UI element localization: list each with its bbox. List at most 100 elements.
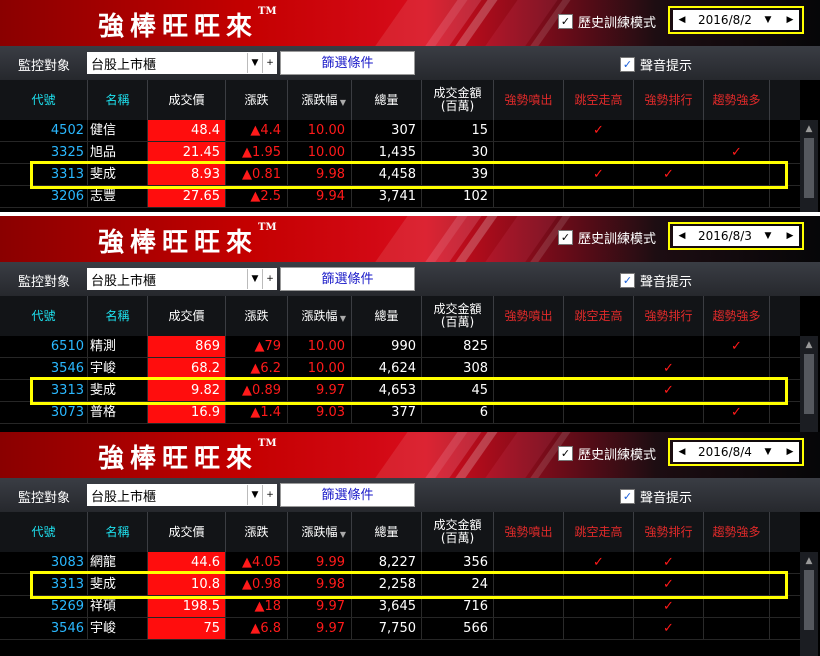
sound-alert-toggle[interactable]: ✓ 聲音提示 — [620, 55, 692, 74]
history-mode-toggle[interactable]: ✓ 歷史訓練模式 — [558, 228, 656, 247]
sound-alert-checkbox[interactable]: ✓ — [620, 57, 635, 72]
market-select[interactable]: 台股上市櫃 ▼ + — [87, 484, 277, 506]
prev-date-icon[interactable]: ◀ — [676, 444, 688, 460]
market-select[interactable]: 台股上市櫃 ▼ + — [87, 52, 277, 74]
col-header-amount[interactable]: 成交金額(百萬) — [422, 80, 494, 120]
chevron-down-icon[interactable]: ▼ — [247, 53, 262, 73]
col-header-amount[interactable]: 成交金額(百萬) — [422, 512, 494, 552]
date-picker[interactable]: ◀ 2016/8/2 ▼ ▶ — [673, 10, 799, 30]
col-header-price[interactable]: 成交價 — [148, 296, 226, 336]
table-row[interactable]: 3546 宇峻 75 ▲6.8 9.97 7,750 566 ✓ — [0, 618, 800, 640]
panel-day-2: 強棒旺旺來TM ✓ 歷史訓練模式 ◀ 2016/8/3 ▼ ▶ 監控對象 台股上市櫃 ▼ + 篩選條件… — [0, 216, 820, 432]
prev-date-icon[interactable]: ◀ — [676, 12, 688, 28]
date-picker[interactable]: ◀ 2016/8/4 ▼ ▶ — [673, 442, 799, 462]
add-icon[interactable]: + — [262, 53, 277, 73]
col-header-change-pct[interactable]: 漲跌幅 ▼ — [288, 512, 352, 552]
col-header-change-pct[interactable]: 漲跌幅 ▼ — [288, 296, 352, 336]
col-header-price[interactable]: 成交價 — [148, 512, 226, 552]
history-mode-toggle[interactable]: ✓ 歷史訓練模式 — [558, 444, 656, 463]
scroll-thumb[interactable] — [804, 138, 814, 198]
col-header-volume[interactable]: 總量 — [352, 296, 422, 336]
vertical-scrollbar[interactable]: ▲ — [800, 552, 818, 656]
history-mode-toggle[interactable]: ✓ 歷史訓練模式 — [558, 12, 656, 31]
date-value[interactable]: 2016/8/4 — [698, 445, 752, 459]
sound-alert-checkbox[interactable]: ✓ — [620, 489, 635, 504]
add-icon[interactable]: + — [262, 269, 277, 289]
table-row[interactable]: 3206 志豐 27.65 ▲2.5 9.94 3,741 102 — [0, 186, 800, 208]
scroll-up-icon[interactable]: ▲ — [800, 340, 818, 350]
date-dropdown-icon[interactable]: ▼ — [762, 228, 774, 244]
prev-date-icon[interactable]: ◀ — [676, 228, 688, 244]
col-header-signal-strength-rank[interactable]: 強勢排行 — [634, 512, 704, 552]
filter-conditions-button[interactable]: 篩選條件 — [280, 51, 415, 75]
next-date-icon[interactable]: ▶ — [784, 12, 796, 28]
chevron-down-icon[interactable]: ▼ — [247, 485, 262, 505]
col-header-code[interactable]: 代號 — [0, 296, 88, 336]
market-select-value[interactable]: 台股上市櫃 — [91, 486, 247, 505]
col-header-signal-gap-up[interactable]: 跳空走高 — [564, 512, 634, 552]
date-picker[interactable]: ◀ 2016/8/3 ▼ ▶ — [673, 226, 799, 246]
table-row[interactable]: 3546 宇峻 68.2 ▲6.2 10.00 4,624 308 ✓ — [0, 358, 800, 380]
scroll-up-icon[interactable]: ▲ — [800, 556, 818, 566]
add-icon[interactable]: + — [262, 485, 277, 505]
scroll-thumb[interactable] — [804, 354, 814, 414]
col-header-volume[interactable]: 總量 — [352, 512, 422, 552]
table-row[interactable]: 5269 祥碩 198.5 ▲18 9.97 3,645 716 ✓ — [0, 596, 800, 618]
next-date-icon[interactable]: ▶ — [784, 228, 796, 244]
col-header-signal-trend-bull[interactable]: 趨勢強多 — [704, 80, 770, 120]
market-select-value[interactable]: 台股上市櫃 — [91, 54, 247, 73]
table-row[interactable]: 3083 網龍 44.6 ▲4.05 9.99 8,227 356 ✓ ✓ — [0, 552, 800, 574]
col-header-amount[interactable]: 成交金額(百萬) — [422, 296, 494, 336]
sound-alert-checkbox[interactable]: ✓ — [620, 273, 635, 288]
table-row[interactable]: 3073 普格 16.9 ▲1.4 9.03 377 6 ✓ — [0, 402, 800, 424]
col-header-change[interactable]: 漲跌 — [226, 296, 288, 336]
sort-desc-icon[interactable]: ▼ — [340, 312, 346, 325]
history-mode-checkbox[interactable]: ✓ — [558, 14, 573, 29]
market-select-value[interactable]: 台股上市櫃 — [91, 270, 247, 289]
filter-conditions-button[interactable]: 篩選條件 — [280, 483, 415, 507]
history-mode-checkbox[interactable]: ✓ — [558, 446, 573, 461]
col-header-code[interactable]: 代號 — [0, 512, 88, 552]
col-header-signal-strength-rank[interactable]: 強勢排行 — [634, 296, 704, 336]
sort-desc-icon[interactable]: ▼ — [340, 96, 346, 109]
col-header-signal-trend-bull[interactable]: 趨勢強多 — [704, 296, 770, 336]
market-select[interactable]: 台股上市櫃 ▼ + — [87, 268, 277, 290]
table-row[interactable]: 4502 健信 48.4 ▲4.4 10.00 307 15 ✓ — [0, 120, 800, 142]
col-header-change[interactable]: 漲跌 — [226, 80, 288, 120]
col-header-price[interactable]: 成交價 — [148, 80, 226, 120]
chevron-down-icon[interactable]: ▼ — [247, 269, 262, 289]
next-date-icon[interactable]: ▶ — [784, 444, 796, 460]
col-header-change[interactable]: 漲跌 — [226, 512, 288, 552]
col-header-name[interactable]: 名稱 — [88, 296, 148, 336]
col-header-signal-strength-rank[interactable]: 強勢排行 — [634, 80, 704, 120]
vertical-scrollbar[interactable]: ▲ — [800, 120, 818, 212]
table-row[interactable]: 3325 旭品 21.45 ▲1.95 10.00 1,435 30 ✓ — [0, 142, 800, 164]
col-header-change-pct[interactable]: 漲跌幅 ▼ — [288, 80, 352, 120]
date-value[interactable]: 2016/8/3 — [698, 229, 752, 243]
table-row[interactable]: 3313 斐成 8.93 ▲0.81 9.98 4,458 39 ✓ ✓ — [0, 164, 800, 186]
scroll-thumb[interactable] — [804, 570, 814, 630]
col-header-signal-surge[interactable]: 強勢噴出 — [494, 512, 564, 552]
table-row[interactable]: 3313 斐成 10.8 ▲0.98 9.98 2,258 24 ✓ — [0, 574, 800, 596]
sound-alert-toggle[interactable]: ✓ 聲音提示 — [620, 487, 692, 506]
scroll-up-icon[interactable]: ▲ — [800, 124, 818, 134]
table-row[interactable]: 6510 精測 869 ▲79 10.00 990 825 ✓ — [0, 336, 800, 358]
filter-conditions-button[interactable]: 篩選條件 — [280, 267, 415, 291]
vertical-scrollbar[interactable]: ▲ — [800, 336, 818, 432]
sound-alert-toggle[interactable]: ✓ 聲音提示 — [620, 271, 692, 290]
col-header-code[interactable]: 代號 — [0, 80, 88, 120]
table-row[interactable]: 3313 斐成 9.82 ▲0.89 9.97 4,653 45 ✓ — [0, 380, 800, 402]
col-header-name[interactable]: 名稱 — [88, 512, 148, 552]
col-header-name[interactable]: 名稱 — [88, 80, 148, 120]
col-header-signal-surge[interactable]: 強勢噴出 — [494, 80, 564, 120]
col-header-signal-surge[interactable]: 強勢噴出 — [494, 296, 564, 336]
col-header-signal-gap-up[interactable]: 跳空走高 — [564, 296, 634, 336]
col-header-volume[interactable]: 總量 — [352, 80, 422, 120]
history-mode-checkbox[interactable]: ✓ — [558, 230, 573, 245]
col-header-signal-gap-up[interactable]: 跳空走高 — [564, 80, 634, 120]
date-value[interactable]: 2016/8/2 — [698, 13, 752, 27]
sort-desc-icon[interactable]: ▼ — [340, 528, 346, 541]
date-dropdown-icon[interactable]: ▼ — [762, 444, 774, 460]
date-dropdown-icon[interactable]: ▼ — [762, 12, 774, 28]
col-header-signal-trend-bull[interactable]: 趨勢強多 — [704, 512, 770, 552]
